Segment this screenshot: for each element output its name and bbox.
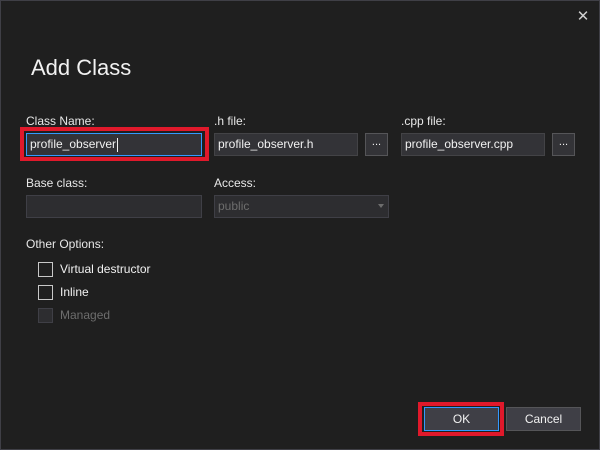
text-caret [117,137,119,152]
h-file-value: profile_observer.h [218,137,314,151]
inline-label: Inline [60,285,89,299]
cpp-file-input[interactable]: profile_observer.cpp [401,133,545,156]
cpp-file-browse-button[interactable]: ... [552,133,575,156]
inline-checkbox[interactable] [38,284,53,300]
cpp-file-label: .cpp file: [401,114,446,128]
base-class-input[interactable] [26,195,202,218]
class-name-value: profile_observer [30,137,117,151]
ok-button[interactable]: OK [424,407,499,431]
h-file-label: .h file: [214,114,247,128]
close-icon[interactable]: ✕ [573,7,593,27]
access-label: Access: [214,176,257,190]
class-name-label: Class Name: [26,114,95,128]
managed-option: Managed [38,307,110,323]
base-class-label: Base class: [26,176,88,190]
class-name-input[interactable]: profile_observer [26,133,202,156]
access-select[interactable]: public [214,195,389,218]
virtual-destructor-label: Virtual destructor [60,262,151,276]
h-file-input[interactable]: profile_observer.h [214,133,358,156]
managed-checkbox [38,307,53,323]
virtual-destructor-checkbox[interactable] [38,261,53,277]
virtual-destructor-option[interactable]: Virtual destructor [38,261,151,277]
other-options-label: Other Options: [26,237,105,251]
managed-label: Managed [60,308,111,322]
access-value: public [218,199,250,213]
inline-option[interactable]: Inline [38,284,89,300]
add-class-dialog: ✕ Add Class Class Name: .h file: .cpp fi… [0,0,600,450]
cpp-file-value: profile_observer.cpp [405,137,514,151]
cancel-button[interactable]: Cancel [506,407,581,431]
dialog-title: Add Class [31,55,132,80]
h-file-browse-button[interactable]: ... [365,133,388,156]
chevron-down-icon [378,204,384,208]
